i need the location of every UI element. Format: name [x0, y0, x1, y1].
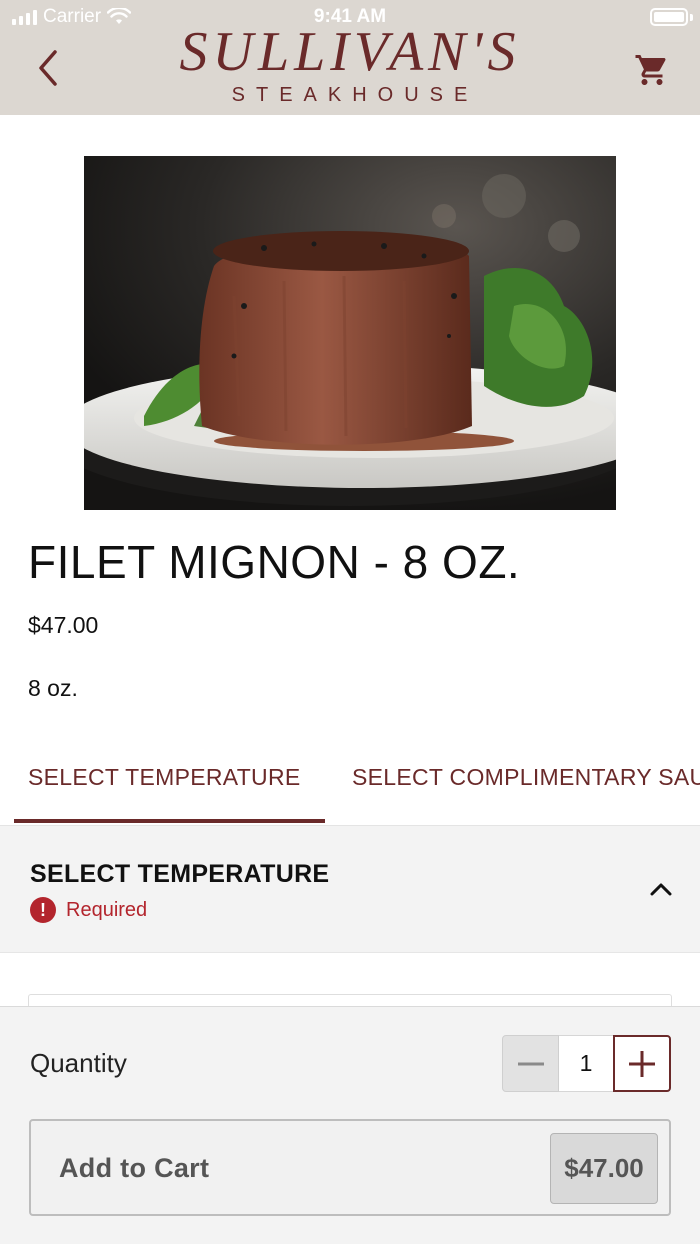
cart-icon — [635, 55, 666, 85]
quantity-stepper: 1 — [502, 1035, 671, 1092]
minus-icon — [517, 1062, 544, 1065]
app-header: Carrier 9:41 AM SULLIVAN'S STEAKHOUSE — [0, 0, 700, 115]
brand-subtitle: STEAKHOUSE — [231, 84, 479, 106]
option-tabs: SELECT TEMPERATURE SELECT COMPLIMENTARY … — [0, 740, 700, 826]
plus-icon — [629, 1050, 655, 1077]
quantity-label: Quantity — [30, 1048, 127, 1078]
decrease-quantity-button[interactable] — [502, 1035, 559, 1092]
tab-select-complimentary-sauce[interactable]: SELECT COMPLIMENTARY SAUCE — [352, 764, 700, 791]
collapse-toggle[interactable] — [648, 876, 674, 902]
product-description: 8 oz. — [28, 675, 78, 701]
product-price: $47.00 — [28, 612, 99, 638]
bottom-bar: Quantity 1 Add to Cart $47.00 — [0, 1006, 700, 1244]
section-title: SELECT TEMPERATURE — [30, 860, 330, 888]
brand-name: SULLIVAN'S — [179, 21, 521, 83]
tab-select-temperature[interactable]: SELECT TEMPERATURE — [28, 764, 301, 791]
add-to-cart-price: $47.00 — [550, 1133, 658, 1204]
product-image — [84, 156, 616, 510]
add-to-cart-button[interactable]: Add to Cart $47.00 — [29, 1119, 671, 1216]
back-button[interactable] — [30, 46, 66, 90]
brand-logo: SULLIVAN'S STEAKHOUSE — [170, 22, 530, 106]
active-tab-indicator — [14, 819, 325, 823]
chevron-up-icon — [650, 883, 672, 896]
add-to-cart-label: Add to Cart — [59, 1153, 210, 1183]
quantity-value[interactable]: 1 — [559, 1035, 613, 1092]
product-title: FILET MIGNON - 8 OZ. — [28, 536, 521, 588]
required-indicator: ! Required — [30, 897, 147, 923]
temperature-section-header[interactable]: SELECT TEMPERATURE ! Required — [0, 826, 700, 953]
cart-button[interactable] — [630, 48, 674, 92]
alert-icon: ! — [30, 897, 56, 923]
steak-photo — [84, 156, 616, 510]
required-label: Required — [66, 898, 148, 921]
chevron-left-icon — [39, 50, 57, 86]
battery-icon — [650, 8, 688, 26]
increase-quantity-button[interactable] — [613, 1035, 671, 1092]
